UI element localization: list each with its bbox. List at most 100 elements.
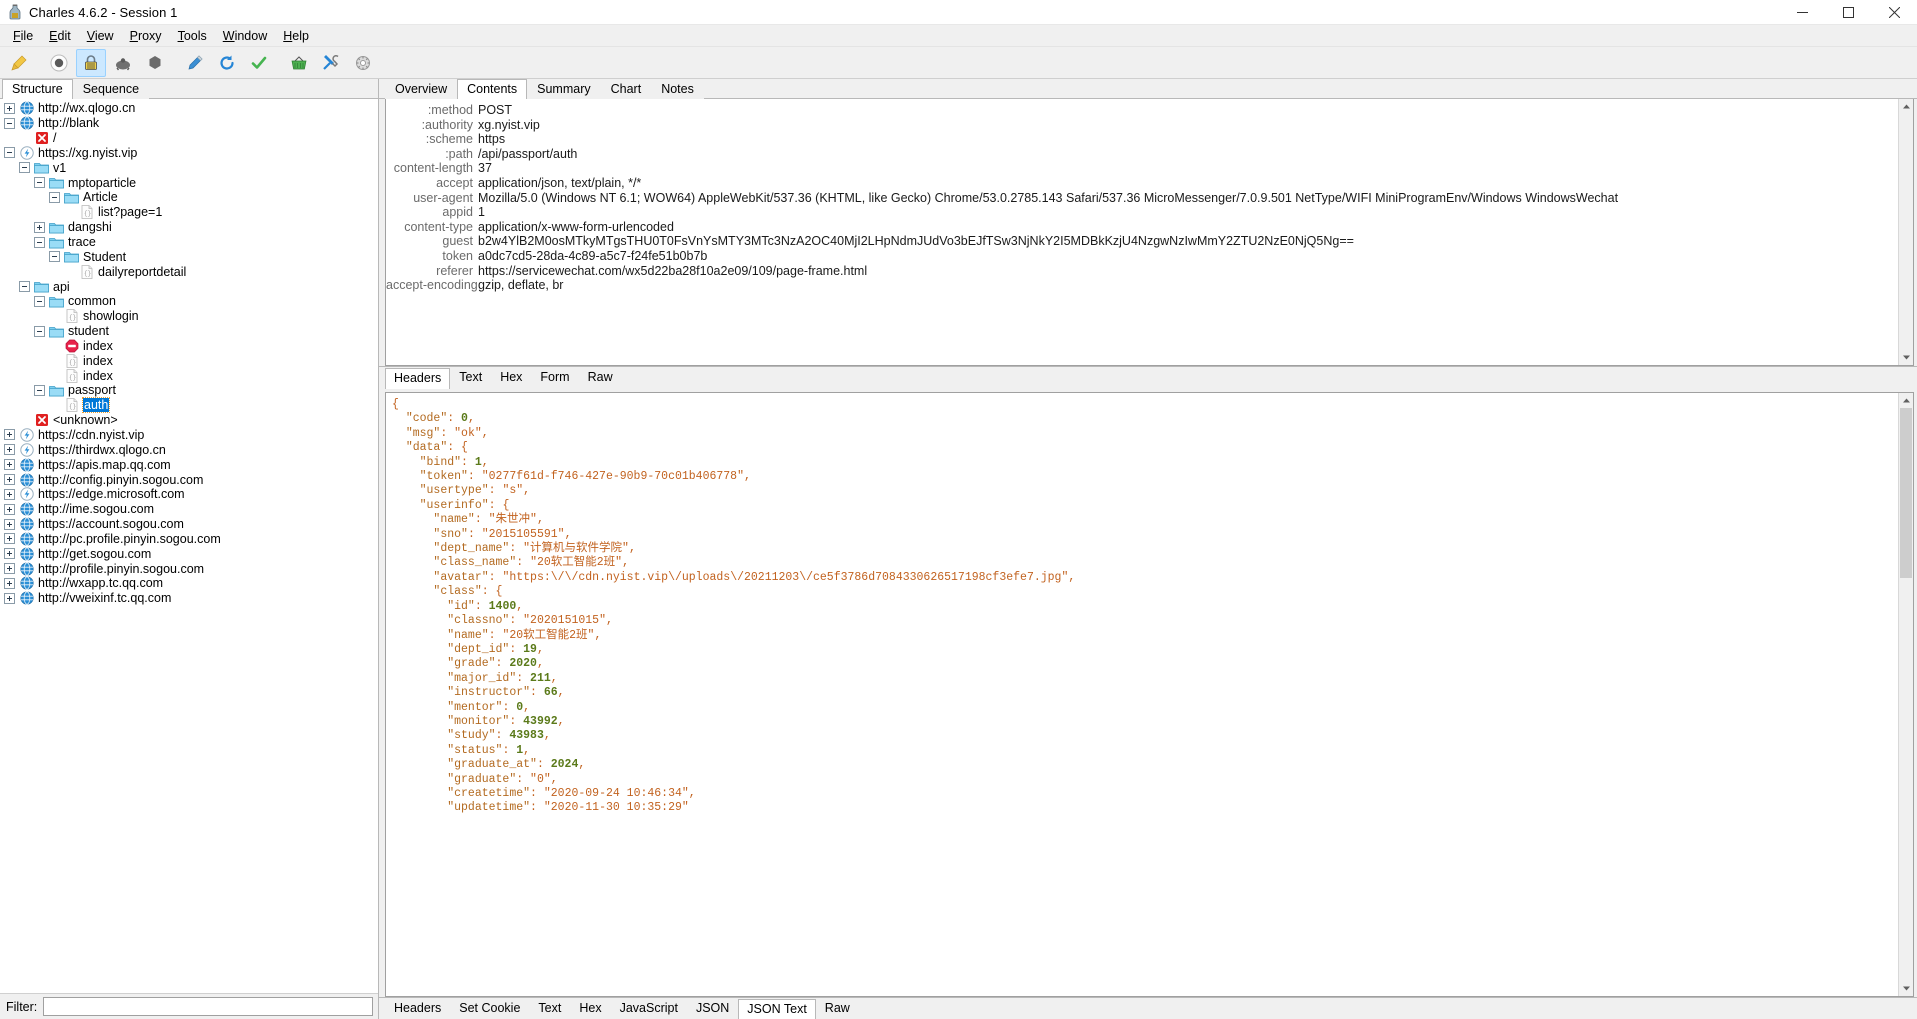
collapse-node-icon[interactable] [4, 147, 15, 159]
menu-edit[interactable]: Edit [41, 26, 79, 46]
collapse-node-icon[interactable] [34, 325, 45, 337]
tree-node[interactable]: {} index [0, 368, 378, 383]
expand-node-icon[interactable] [4, 518, 15, 530]
collapse-node-icon[interactable] [4, 117, 15, 129]
collapse-node-icon[interactable] [34, 384, 45, 396]
expand-node-icon[interactable] [4, 429, 15, 441]
header-row[interactable]: appid 1 [386, 205, 1898, 220]
response-subtab-json-text[interactable]: JSON Text [738, 999, 816, 1019]
tree-node[interactable]: http://get.sogou.com [0, 546, 378, 561]
tab-summary[interactable]: Summary [527, 79, 601, 99]
record-icon[interactable] [44, 49, 74, 77]
scroll-up-icon[interactable] [1899, 393, 1913, 408]
tab-contents[interactable]: Contents [457, 79, 528, 99]
subtab-raw[interactable]: Raw [579, 367, 622, 388]
scroll-up-icon[interactable] [1899, 99, 1913, 114]
scroll-track[interactable] [1899, 408, 1913, 981]
session-tree[interactable]: http://wx.qlogo.cn http://blank / https://x… [0, 99, 378, 993]
header-row[interactable]: content-length 37 [386, 161, 1898, 176]
collapse-node-icon[interactable] [49, 191, 60, 203]
header-row[interactable]: :scheme https [386, 132, 1898, 147]
collapse-node-icon[interactable] [34, 236, 45, 248]
tab-overview[interactable]: Overview [385, 79, 458, 99]
tools-basket-icon[interactable] [284, 49, 314, 77]
tree-node[interactable]: https://apis.map.qq.com [0, 457, 378, 472]
minimize-button[interactable] [1779, 0, 1825, 25]
dns-spoofing-icon[interactable] [348, 49, 378, 77]
filter-input[interactable] [43, 997, 374, 1016]
subtab-form[interactable]: Form [531, 367, 578, 388]
tree-node[interactable]: index [0, 339, 378, 354]
menu-file[interactable]: File [5, 26, 41, 46]
tree-node[interactable]: mptoparticle [0, 175, 378, 190]
header-row[interactable]: user-agent Mozilla/5.0 (Windows NT 6.1; W… [386, 191, 1898, 206]
tree-node[interactable]: https://thirdwx.qlogo.cn [0, 442, 378, 457]
header-row[interactable]: :method POST [386, 103, 1898, 118]
tree-node[interactable]: Article [0, 190, 378, 205]
expand-node-icon[interactable] [34, 221, 45, 233]
throttle-icon[interactable] [108, 49, 138, 77]
breakpoints-icon[interactable] [140, 49, 170, 77]
collapse-node-icon[interactable] [19, 281, 30, 293]
tree-node[interactable]: http://config.pinyin.sogou.com [0, 472, 378, 487]
collapse-node-icon[interactable] [19, 162, 30, 174]
tree-node[interactable]: trace [0, 235, 378, 250]
response-subtab-set-cookie[interactable]: Set Cookie [450, 998, 529, 1019]
response-subtab-json[interactable]: JSON [687, 998, 738, 1019]
repeat-icon[interactable] [212, 49, 242, 77]
expand-node-icon[interactable] [4, 444, 15, 456]
menu-tools[interactable]: Tools [170, 26, 215, 46]
validate-icon[interactable] [244, 49, 274, 77]
tree-node[interactable]: http://wx.qlogo.cn [0, 101, 378, 116]
tree-node[interactable]: {} auth [0, 397, 378, 414]
expand-node-icon[interactable] [4, 503, 15, 515]
tree-node[interactable]: https://account.sogou.com [0, 517, 378, 532]
response-subtab-hex[interactable]: Hex [570, 998, 610, 1019]
ssl-proxying-icon[interactable] [76, 48, 106, 77]
tree-node[interactable]: http://vweixinf.tc.qq.com [0, 591, 378, 606]
clear-session-icon[interactable] [4, 49, 34, 77]
request-scrollbar[interactable] [1898, 99, 1913, 365]
header-row[interactable]: accept application/json, text/plain, */* [386, 176, 1898, 191]
tree-node[interactable]: v1 [0, 160, 378, 175]
tree-node[interactable]: http://blank [0, 116, 378, 131]
tree-node[interactable]: {} showlogin [0, 309, 378, 324]
expand-node-icon[interactable] [4, 592, 15, 604]
subtab-headers[interactable]: Headers [385, 368, 451, 389]
scroll-down-icon[interactable] [1899, 350, 1913, 365]
tab-chart[interactable]: Chart [600, 79, 652, 99]
tree-node[interactable]: https://edge.microsoft.com [0, 487, 378, 502]
tree-node[interactable]: http://pc.profile.pinyin.sogou.com [0, 531, 378, 546]
header-row[interactable]: token a0dc7cd5-28da-4c89-a5c7-f24fe51b0b7… [386, 249, 1898, 264]
expand-node-icon[interactable] [4, 459, 15, 471]
expand-node-icon[interactable] [4, 533, 15, 545]
response-subtab-javascript[interactable]: JavaScript [611, 998, 687, 1019]
header-row[interactable]: :authority xg.nyist.vip [386, 118, 1898, 133]
collapse-node-icon[interactable] [49, 251, 60, 263]
compose-icon[interactable] [180, 49, 210, 77]
response-subtab-headers[interactable]: Headers [385, 998, 450, 1019]
tree-node[interactable]: / [0, 131, 378, 146]
tree-node[interactable]: http://wxapp.tc.qq.com [0, 576, 378, 591]
menu-proxy[interactable]: Proxy [122, 26, 170, 46]
tree-node[interactable]: dangshi [0, 220, 378, 235]
header-row[interactable]: guest b2w4YlB2M0osMTkyMTgsTHU0T0FsVnYsMTY… [386, 234, 1898, 249]
header-row[interactable]: referer https://servicewechat.com/wx5d22b… [386, 264, 1898, 279]
header-row[interactable]: content-type application/x-www-form-urlen… [386, 220, 1898, 235]
tree-node[interactable]: Student [0, 249, 378, 264]
collapse-node-icon[interactable] [34, 177, 45, 189]
tree-node[interactable]: api [0, 279, 378, 294]
expand-node-icon[interactable] [4, 563, 15, 575]
scroll-track[interactable] [1899, 114, 1913, 350]
tab-sequence[interactable]: Sequence [72, 79, 150, 99]
response-json-text[interactable]: { "code": 0, "msg": "ok", "data": { "bin… [386, 393, 1898, 996]
tree-node[interactable]: <unknown> [0, 413, 378, 428]
response-subtab-text[interactable]: Text [529, 998, 570, 1019]
tree-node[interactable]: https://cdn.nyist.vip [0, 428, 378, 443]
expand-node-icon[interactable] [4, 474, 15, 486]
scroll-thumb[interactable] [1900, 408, 1912, 578]
menu-view[interactable]: View [79, 26, 122, 46]
expand-node-icon[interactable] [4, 488, 15, 500]
expand-node-icon[interactable] [4, 548, 15, 560]
header-row[interactable]: :path/api/passport/auth [386, 147, 1898, 162]
